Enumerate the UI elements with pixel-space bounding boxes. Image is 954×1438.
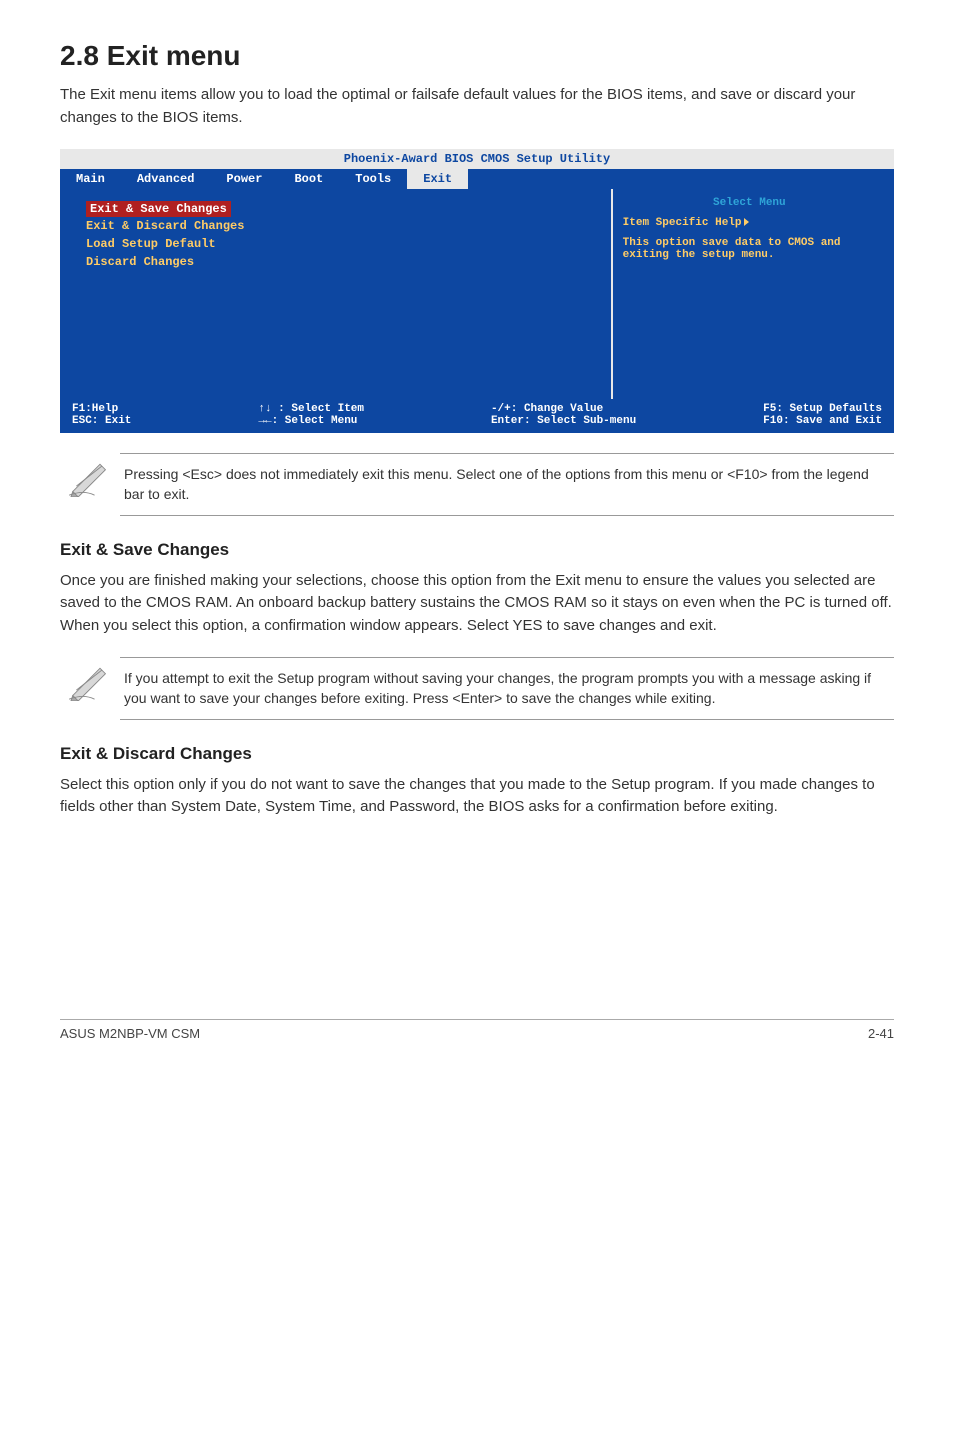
- tab-main: Main: [60, 169, 121, 189]
- footer-change: -/+: Change Value: [491, 403, 603, 415]
- pencil-icon: [60, 453, 120, 497]
- menu-item-exit-discard: Exit & Discard Changes: [86, 217, 593, 235]
- body-exit-save: Once you are finished making your select…: [60, 570, 894, 638]
- arrow-right-icon: [744, 218, 749, 226]
- footer-leftright: →←: Select Menu: [258, 415, 357, 427]
- help-specific-label: Item Specific Help: [623, 217, 742, 229]
- help-title: Select Menu: [623, 197, 876, 209]
- bios-menubar: Main Advanced Power Boot Tools Exit: [60, 169, 894, 189]
- help-body: This option save data to CMOS and exitin…: [623, 237, 876, 261]
- footer-col-4: F5: Setup DefaultsF10: Save and Exit: [763, 403, 882, 427]
- footer-f1: F1:Help: [72, 403, 118, 415]
- footer-col-1: F1:HelpESC: Exit: [72, 403, 131, 427]
- tab-exit: Exit: [407, 169, 468, 189]
- footer-f10: F10: Save and Exit: [763, 415, 882, 427]
- subhead-exit-save: Exit & Save Changes: [60, 540, 894, 560]
- bios-footer: F1:HelpESC: Exit ↑↓ : Select Item→←: Sel…: [60, 399, 894, 429]
- bios-left-panel: Exit & Save Changes Exit & Discard Chang…: [68, 189, 613, 399]
- subhead-exit-discard: Exit & Discard Changes: [60, 744, 894, 764]
- tab-tools: Tools: [339, 169, 407, 189]
- footer-enter: Enter: Select Sub-menu: [491, 415, 636, 427]
- tab-power: Power: [210, 169, 278, 189]
- footer-updown: ↑↓ : Select Item: [258, 403, 364, 415]
- footer-col-3: -/+: Change ValueEnter: Select Sub-menu: [491, 403, 636, 427]
- note-exit-prompt: If you attempt to exit the Setup program…: [60, 657, 894, 720]
- page-footer: ASUS M2NBP-VM CSM 2-41: [60, 1019, 894, 1041]
- tab-advanced: Advanced: [121, 169, 211, 189]
- bios-body: Exit & Save Changes Exit & Discard Chang…: [68, 189, 886, 399]
- note-esc-text: Pressing <Esc> does not immediately exit…: [120, 453, 894, 516]
- section-intro: The Exit menu items allow you to load th…: [60, 84, 894, 129]
- footer-esc: ESC: Exit: [72, 415, 131, 427]
- bios-screenshot: Phoenix-Award BIOS CMOS Setup Utility Ma…: [60, 149, 894, 433]
- body-exit-discard: Select this option only if you do not wa…: [60, 774, 894, 819]
- menu-item-exit-save: Exit & Save Changes: [86, 201, 231, 217]
- menu-item-discard-changes: Discard Changes: [86, 253, 593, 271]
- pencil-icon: [60, 657, 120, 701]
- bios-right-panel: Select Menu Item Specific Help This opti…: [613, 189, 886, 399]
- note-esc: Pressing <Esc> does not immediately exit…: [60, 453, 894, 516]
- menu-item-load-default: Load Setup Default: [86, 235, 593, 253]
- footer-right: 2-41: [868, 1026, 894, 1041]
- footer-col-2: ↑↓ : Select Item→←: Select Menu: [258, 403, 364, 427]
- footer-left: ASUS M2NBP-VM CSM: [60, 1026, 200, 1041]
- section-title: 2.8 Exit menu: [60, 40, 894, 72]
- help-specific: Item Specific Help: [623, 217, 876, 229]
- bios-title: Phoenix-Award BIOS CMOS Setup Utility: [60, 149, 894, 169]
- footer-f5: F5: Setup Defaults: [763, 403, 882, 415]
- tab-boot: Boot: [278, 169, 339, 189]
- note-exit-prompt-text: If you attempt to exit the Setup program…: [120, 657, 894, 720]
